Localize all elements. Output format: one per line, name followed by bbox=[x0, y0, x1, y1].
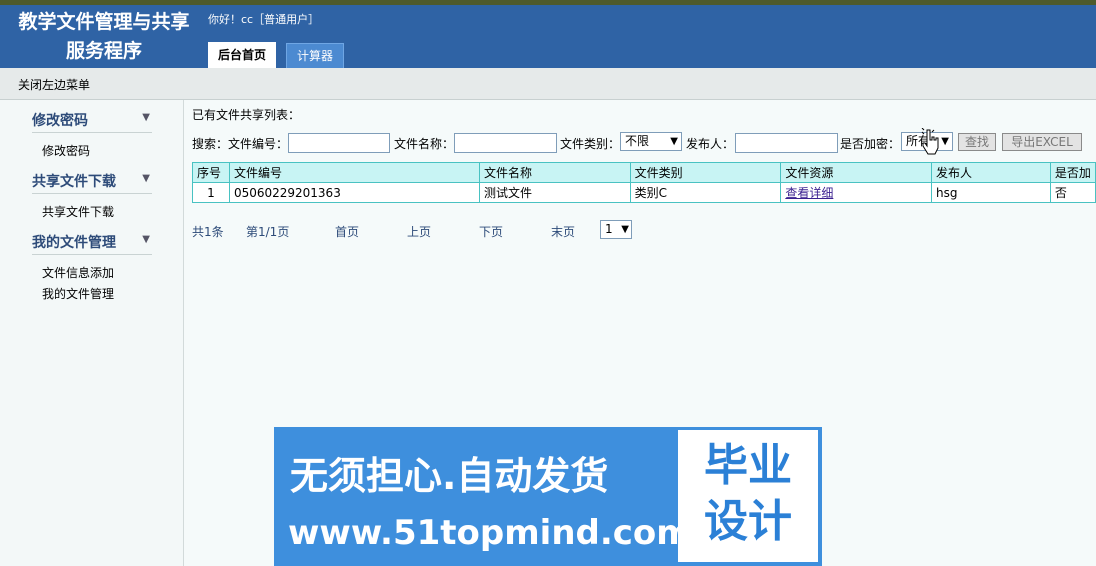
sidebar-group-my-files[interactable]: 我的文件管理 ▼ bbox=[32, 232, 152, 255]
search-label: 搜索： bbox=[192, 137, 229, 151]
dropdown-arrow-icon: ▼ bbox=[941, 136, 949, 147]
cell-index: 1 bbox=[192, 182, 230, 203]
export-excel-button[interactable]: 导出EXCEL bbox=[1002, 133, 1082, 151]
sidebar-item-my-files[interactable]: 我的文件管理 bbox=[42, 285, 114, 302]
table-row: 1 05060229201363 测试文件 类别C 查看详细 hsg 否 bbox=[192, 182, 1096, 203]
search-button[interactable]: 查找 bbox=[958, 133, 996, 151]
column-header: 文件名称 bbox=[479, 162, 631, 183]
dropdown-arrow-icon: ▼ bbox=[621, 224, 629, 235]
banner-logo-text: 毕业设计 bbox=[704, 440, 792, 547]
app-title: 教学文件管理与共享服务程序 bbox=[18, 11, 190, 62]
cell-file-no: 05060229201363 bbox=[228, 182, 481, 203]
dropdown-arrow-icon: ▼ bbox=[670, 136, 678, 147]
watermark-banner: 无须担心.自动发货 www.51topmind.com 毕业设计 bbox=[274, 427, 822, 566]
file-type-select[interactable]: 不限 ▼ bbox=[620, 132, 682, 151]
file-name-input[interactable] bbox=[454, 133, 557, 153]
cell-file-type: 类别C bbox=[629, 182, 782, 203]
first-page-link[interactable]: 首页 bbox=[335, 223, 359, 240]
total-count: 共1条 bbox=[192, 225, 224, 239]
page-select-value: 1 bbox=[605, 222, 613, 236]
user-greeting: 你好！cc［普通用户］ bbox=[208, 13, 320, 26]
tab-calculator[interactable]: 计算器 bbox=[286, 43, 345, 68]
file-type-selected: 不限 bbox=[625, 134, 650, 148]
column-header: 文件类别 bbox=[629, 162, 782, 183]
file-type-label: 文件类别： bbox=[560, 137, 621, 151]
cell-file-name: 测试文件 bbox=[479, 182, 631, 203]
view-details-link[interactable]: 查看详细 bbox=[785, 186, 833, 200]
banner-url: www.51topmind.com bbox=[288, 513, 692, 553]
file-name-label: 文件名称： bbox=[394, 137, 455, 151]
publisher-label: 发布人： bbox=[686, 137, 735, 151]
triangle-down-icon: ▼ bbox=[142, 173, 150, 184]
column-header: 序号 bbox=[192, 162, 230, 183]
sidebar-group-shared-download[interactable]: 共享文件下载 ▼ bbox=[32, 171, 152, 194]
sidebar-group-label: 共享文件下载 bbox=[32, 174, 116, 190]
close-left-menu-link[interactable]: 关闭左边菜单 bbox=[18, 76, 90, 93]
publisher-input[interactable] bbox=[735, 133, 838, 153]
pager: 共1条 第1/1页 首页 上页 下页 末页 1 ▼ bbox=[192, 220, 652, 240]
cell-resource: 查看详细 bbox=[780, 182, 932, 203]
page-info: 第1/1页 bbox=[246, 225, 290, 239]
table-header-row: 序号 文件编号 文件名称 文件类别 文件资源 发布人 是否加 bbox=[192, 162, 1096, 183]
sidebar-item-add-file[interactable]: 文件信息添加 bbox=[42, 264, 114, 281]
sidebar-group-label: 修改密码 bbox=[32, 113, 88, 129]
column-header: 文件编号 bbox=[228, 162, 481, 183]
cell-encrypted: 否 bbox=[1049, 182, 1096, 203]
sidebar-group-change-password[interactable]: 修改密码 ▼ bbox=[32, 110, 152, 133]
triangle-down-icon: ▼ bbox=[142, 112, 150, 123]
next-page-link[interactable]: 下页 bbox=[479, 223, 503, 240]
hand-cursor-icon bbox=[921, 128, 939, 155]
banner-slogan: 无须担心.自动发货 bbox=[290, 454, 609, 498]
sidebar-item-change-password[interactable]: 修改密码 bbox=[42, 142, 90, 159]
column-header: 是否加 bbox=[1049, 162, 1096, 183]
file-no-label: 文件编号： bbox=[228, 137, 289, 151]
header: 教学文件管理与共享服务程序 你好！cc［普通用户］ 后台首页 计算器 bbox=[0, 5, 1096, 69]
banner-logo-box: 毕业设计 bbox=[678, 430, 818, 562]
files-table: 序号 文件编号 文件名称 文件类别 文件资源 发布人 是否加 1 0506022… bbox=[192, 162, 1096, 203]
file-no-input[interactable] bbox=[288, 133, 390, 153]
sidebar: 修改密码 ▼ 修改密码 共享文件下载 ▼ 共享文件下载 我的文件管理 ▼ 文件信… bbox=[0, 100, 184, 566]
prev-page-link[interactable]: 上页 bbox=[407, 223, 431, 240]
encrypted-label: 是否加密： bbox=[840, 137, 901, 151]
list-title: 已有文件共享列表： bbox=[192, 108, 301, 122]
last-page-link[interactable]: 末页 bbox=[551, 223, 575, 240]
column-header: 发布人 bbox=[930, 162, 1051, 183]
column-header: 文件资源 bbox=[780, 162, 932, 183]
triangle-down-icon: ▼ bbox=[142, 234, 150, 245]
sub-toolbar: 关闭左边菜单 bbox=[0, 68, 1096, 100]
page-select[interactable]: 1 ▼ bbox=[600, 220, 632, 239]
search-bar: 搜索： 文件编号： 文件名称： 文件类别： 不限 ▼ 发布人： 是否加密： 所有… bbox=[192, 132, 1096, 154]
sidebar-group-label: 我的文件管理 bbox=[32, 235, 116, 251]
tab-home[interactable]: 后台首页 bbox=[208, 42, 277, 69]
sidebar-item-shared-download[interactable]: 共享文件下载 bbox=[42, 203, 114, 220]
cell-publisher: hsg bbox=[930, 182, 1051, 203]
